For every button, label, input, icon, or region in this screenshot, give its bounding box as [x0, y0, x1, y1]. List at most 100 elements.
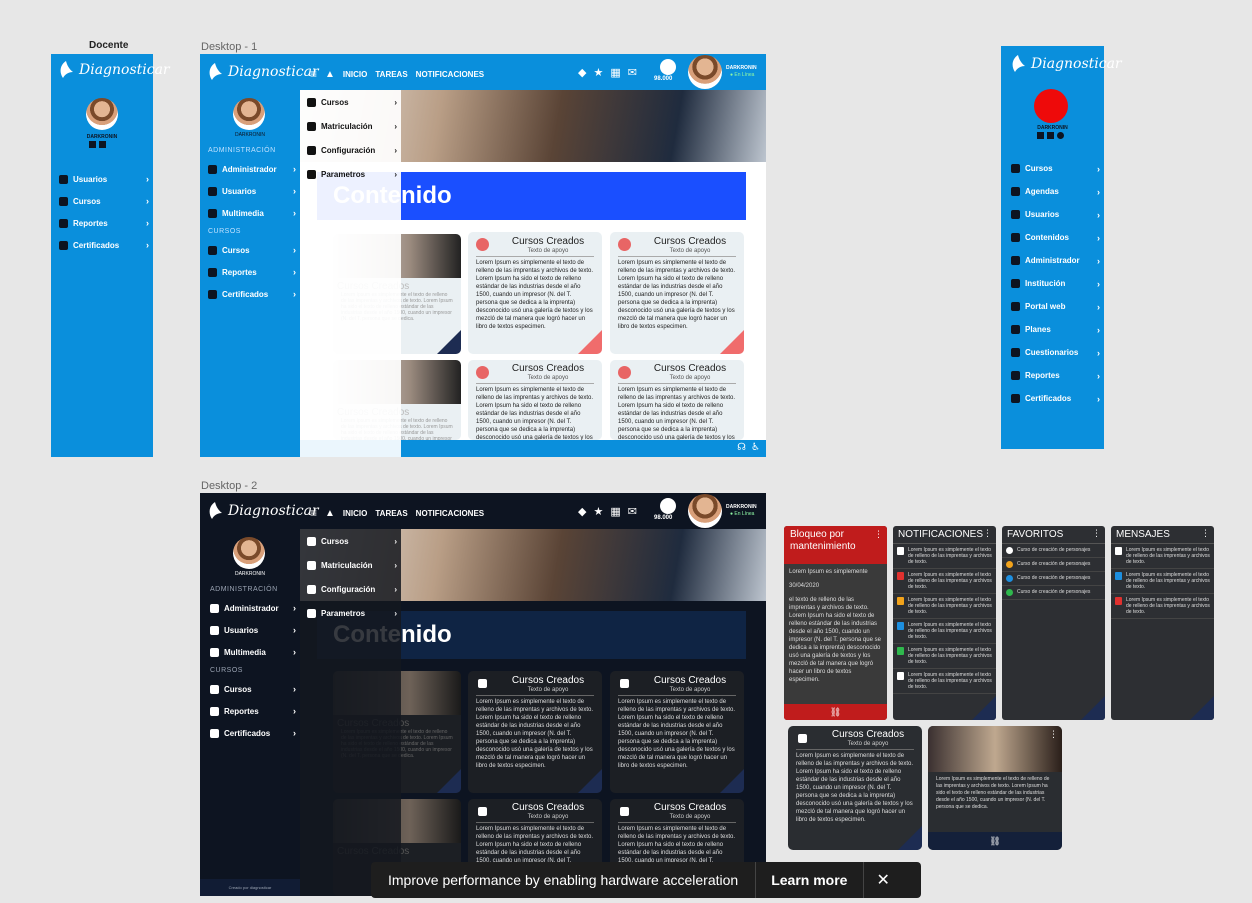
notification-item[interactable]: Lorem Ipsum es simplemente el texto de r… — [893, 669, 996, 694]
id-card-icon[interactable] — [89, 141, 96, 148]
message-item[interactable]: Lorem Ipsum es simplemente el texto de r… — [1111, 569, 1214, 594]
link-corner[interactable] — [720, 330, 744, 354]
favorite-item[interactable]: Curso de creación de personajes — [1002, 586, 1105, 600]
hamburger-icon[interactable]: ≡ — [310, 67, 317, 81]
star-icon[interactable]: ★ — [593, 66, 603, 79]
admin-menu-item[interactable]: Cursos › — [1011, 157, 1104, 180]
tag-icon[interactable]: ◆ — [578, 505, 586, 518]
dropdown-item-cursos[interactable]: Cursos › — [300, 529, 401, 553]
admin-menu-item[interactable]: Certificados › — [1011, 387, 1104, 410]
tag-icon[interactable]: ◆ — [578, 66, 586, 79]
link-corner[interactable] — [437, 330, 461, 354]
close-icon[interactable]: ✕ — [876, 870, 889, 890]
sidebar-avatar[interactable] — [233, 98, 265, 130]
link-corner[interactable] — [578, 330, 602, 354]
admin-menu-item[interactable]: Contenidos › — [1011, 226, 1104, 249]
header-avatar[interactable] — [688, 494, 722, 528]
link-icon[interactable]: ⛓ — [928, 832, 1062, 850]
more-icon[interactable]: ⋮ — [983, 528, 992, 539]
more-icon[interactable]: ⋮ — [1092, 528, 1101, 539]
notification-item[interactable]: Lorem Ipsum es simplemente el texto de r… — [893, 569, 996, 594]
admin-menu-item[interactable]: Portal web › — [1011, 295, 1104, 318]
notification-item[interactable]: Lorem Ipsum es simplemente el texto de r… — [893, 619, 996, 644]
more-icon[interactable]: ⋮ — [1201, 528, 1210, 539]
course-card[interactable]: Cursos Creados Texto de apoyo Lorem Ipsu… — [610, 360, 744, 440]
nav-tareas[interactable]: TAREAS — [375, 509, 407, 518]
nav-notificaciones[interactable]: NOTIFICACIONES — [416, 70, 484, 79]
sidebar-item-usuarios[interactable]: Usuarios › — [208, 180, 300, 202]
dropdown-item-matriculacion[interactable]: Matriculación › — [300, 553, 401, 577]
image-card-component[interactable]: ⋮ Lorem Ipsum es simplemente el texto de… — [928, 726, 1062, 850]
dropdown-item-cursos[interactable]: Cursos › — [300, 90, 401, 114]
admin-menu-item[interactable]: Planes › — [1011, 318, 1104, 341]
sidebar-item-cursos[interactable]: Cursos › — [208, 239, 300, 261]
hamburger-icon[interactable]: ≡ — [310, 506, 317, 520]
dropdown-item-parametros[interactable]: Parametros › — [300, 162, 401, 186]
alert-icon[interactable]: ▲ — [325, 508, 335, 519]
course-card[interactable]: Cursos Creados Texto de apoyo Lorem Ipsu… — [468, 360, 602, 440]
sidebar-avatar[interactable] — [233, 537, 265, 569]
sidebar-item-usuarios[interactable]: Usuarios › — [210, 619, 300, 641]
link-corner[interactable] — [437, 769, 461, 793]
link-icon[interactable]: ⛓ — [784, 704, 887, 720]
link-corner[interactable] — [972, 696, 996, 720]
more-icon[interactable]: ⋮ — [1049, 729, 1058, 740]
dropdown-item-parametros[interactable]: Parametros › — [300, 601, 401, 625]
notification-item[interactable]: Lorem Ipsum es simplemente el texto de r… — [893, 544, 996, 569]
sidebar-item-reportes[interactable]: Reportes › — [208, 261, 300, 283]
docente-menu-item-reportes[interactable]: Reportes › — [59, 212, 153, 234]
link-corner[interactable] — [1081, 696, 1105, 720]
notification-item[interactable]: Lorem Ipsum es simplemente el texto de r… — [893, 644, 996, 669]
id-card-icon[interactable] — [1037, 132, 1044, 139]
headset-icon[interactable]: ☊ — [737, 442, 746, 453]
link-corner[interactable] — [1190, 696, 1214, 720]
sidebar-item-certificados[interactable]: Certificados › — [210, 722, 300, 744]
bookmark-icon[interactable] — [1047, 132, 1054, 139]
docente-menu-item-usuarios[interactable]: Usuarios › — [59, 168, 153, 190]
admin-menu-item[interactable]: Agendas › — [1011, 180, 1104, 203]
link-corner[interactable] — [720, 769, 744, 793]
sidebar-item-reportes[interactable]: Reportes › — [210, 700, 300, 722]
nav-tareas[interactable]: TAREAS — [375, 70, 407, 79]
favorite-item[interactable]: Curso de creación de personajes — [1002, 544, 1105, 558]
more-icon[interactable]: ⋮ — [874, 528, 883, 540]
notification-item[interactable]: Lorem Ipsum es simplemente el texto de r… — [893, 594, 996, 619]
nav-inicio[interactable]: INICIO — [343, 70, 367, 79]
admin-menu-item[interactable]: Administrador › — [1011, 249, 1104, 272]
admin-menu-item[interactable]: Cuestionarios › — [1011, 341, 1104, 364]
course-card[interactable]: Cursos Creados Texto de apoyo Lorem Ipsu… — [468, 671, 602, 793]
sidebar-item-cursos[interactable]: Cursos › — [210, 678, 300, 700]
mail-icon[interactable]: ✉ — [628, 66, 637, 79]
bookmark-icon[interactable] — [99, 141, 106, 148]
docente-menu-item-certificados[interactable]: Certificados › — [59, 234, 153, 256]
course-card[interactable]: Cursos Creados Texto de apoyo Lorem Ipsu… — [468, 232, 602, 354]
grid-icon[interactable]: ▦ — [610, 505, 620, 518]
sidebar-item-administrador[interactable]: Administrador › — [208, 158, 300, 180]
sidebar-item-multimedia[interactable]: Multimedia › — [208, 202, 300, 224]
mail-icon[interactable]: ✉ — [628, 505, 637, 518]
dropdown-item-configuracion[interactable]: Configuración › — [300, 138, 401, 162]
course-card[interactable]: Cursos Creados Texto de apoyo Lorem Ipsu… — [610, 232, 744, 354]
sidebar-item-multimedia[interactable]: Multimedia › — [210, 641, 300, 663]
nav-inicio[interactable]: INICIO — [343, 509, 367, 518]
link-corner[interactable] — [578, 769, 602, 793]
link-corner[interactable] — [898, 826, 922, 850]
message-item[interactable]: Lorem Ipsum es simplemente el texto de r… — [1111, 594, 1214, 619]
nav-notificaciones[interactable]: NOTIFICACIONES — [416, 509, 484, 518]
favorite-item[interactable]: Curso de creación de personajes — [1002, 572, 1105, 586]
sidebar-item-administrador[interactable]: Administrador › — [210, 597, 300, 619]
course-card[interactable]: Cursos Creados Texto de apoyo Lorem Ipsu… — [610, 671, 744, 793]
admin-menu-item[interactable]: Institución › — [1011, 272, 1104, 295]
grid-icon[interactable]: ▦ — [610, 66, 620, 79]
header-avatar[interactable] — [688, 55, 722, 89]
avatar-placeholder[interactable] — [1034, 89, 1068, 123]
star-icon[interactable]: ★ — [593, 505, 603, 518]
chat-icon[interactable] — [1057, 132, 1064, 139]
avatar[interactable] — [86, 98, 118, 130]
alert-icon[interactable]: ▲ — [325, 69, 335, 80]
course-card-component[interactable]: Cursos Creados Texto de apoyo Lorem Ipsu… — [788, 726, 922, 850]
sidebar-item-certificados[interactable]: Certificados › — [208, 283, 300, 305]
dropdown-item-matriculacion[interactable]: Matriculación › — [300, 114, 401, 138]
dropdown-item-configuracion[interactable]: Configuración › — [300, 577, 401, 601]
learn-more-button[interactable]: Learn more — [771, 872, 847, 888]
